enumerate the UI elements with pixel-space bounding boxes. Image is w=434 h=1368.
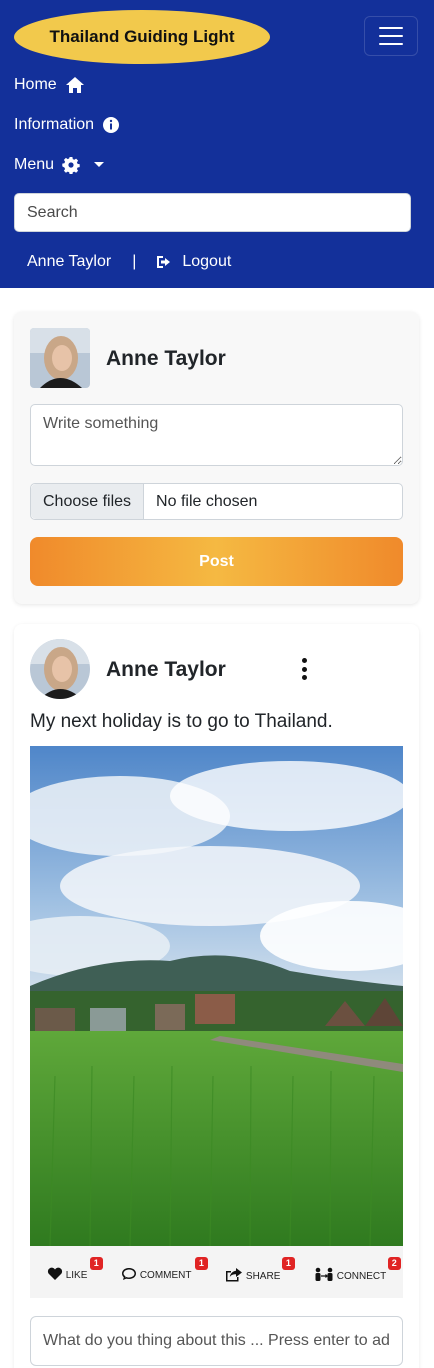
divider: | — [132, 253, 137, 270]
connect-count-badge: 2 — [387, 1256, 401, 1270]
avatar[interactable] — [30, 639, 90, 699]
comment-button[interactable]: COMMENT 1 — [121, 1257, 208, 1281]
logout-label: Logout — [182, 253, 232, 270]
avatar[interactable] — [30, 328, 90, 388]
search-input[interactable] — [14, 193, 411, 232]
connect-label: CONNECT — [336, 1270, 387, 1282]
nav-link-label: Menu — [14, 156, 55, 173]
hamburger-icon — [379, 27, 403, 29]
share-button[interactable]: SHARE 1 — [225, 1256, 295, 1282]
post-image[interactable] — [30, 746, 403, 1246]
user-bar: Anne Taylor | Logout — [27, 250, 231, 274]
file-status-text: No file chosen — [156, 492, 258, 510]
gear-icon — [62, 157, 80, 174]
menu-toggle-button[interactable] — [364, 16, 418, 56]
post-composer: Anne Taylor Choose files No file chosen … — [14, 312, 419, 604]
brand-logo[interactable]: Thailand Guiding Light — [14, 10, 270, 64]
comment-input[interactable] — [30, 1316, 403, 1366]
like-count-badge: 1 — [89, 1257, 103, 1270]
like-label: LIKE — [65, 1270, 88, 1281]
more-options-icon[interactable] — [299, 658, 309, 680]
choose-files-button[interactable]: Choose files — [31, 484, 145, 519]
nav-link-label: Information — [14, 116, 95, 133]
share-icon — [225, 1267, 242, 1281]
info-icon — [103, 117, 120, 133]
post-actions-bar: LIKE 1 COMMENT 1 SHARE 1 CONNECT 2 — [30, 1246, 403, 1298]
like-button[interactable]: LIKE 1 — [47, 1257, 103, 1281]
nav-link-information[interactable]: Information — [14, 113, 120, 137]
heart-icon — [47, 1267, 62, 1280]
post-card: Anne Taylor My next holiday is to go to … — [14, 624, 419, 1368]
comment-count-badge: 1 — [194, 1257, 208, 1270]
post-button[interactable]: Post — [30, 537, 403, 586]
nav-link-menu[interactable]: Menu — [14, 153, 106, 177]
connect-icon — [315, 1267, 333, 1281]
navbar: Thailand Guiding Light Home Information … — [0, 0, 434, 288]
post-author-name[interactable]: Anne Taylor — [106, 658, 226, 682]
home-icon — [65, 77, 84, 93]
post-text-input[interactable] — [30, 404, 403, 466]
nav-link-label: Home — [14, 76, 57, 93]
file-upload-field[interactable]: Choose files No file chosen — [30, 483, 403, 520]
nav-link-home[interactable]: Home — [14, 73, 85, 97]
logout-link[interactable]: Logout — [156, 253, 231, 271]
composer-user-name[interactable]: Anne Taylor — [106, 347, 226, 371]
logout-icon — [157, 256, 171, 268]
current-user-name[interactable]: Anne Taylor — [27, 253, 111, 271]
post-text: My next holiday is to go to Thailand. — [30, 711, 333, 732]
comment-label: COMMENT — [139, 1270, 192, 1281]
connect-button[interactable]: CONNECT 2 — [314, 1256, 401, 1282]
share-count-badge: 1 — [281, 1256, 295, 1270]
comment-icon — [121, 1268, 136, 1280]
brand-name: Thailand Guiding Light — [49, 27, 235, 46]
caret-down-icon — [94, 162, 105, 167]
share-label: SHARE — [245, 1270, 281, 1282]
